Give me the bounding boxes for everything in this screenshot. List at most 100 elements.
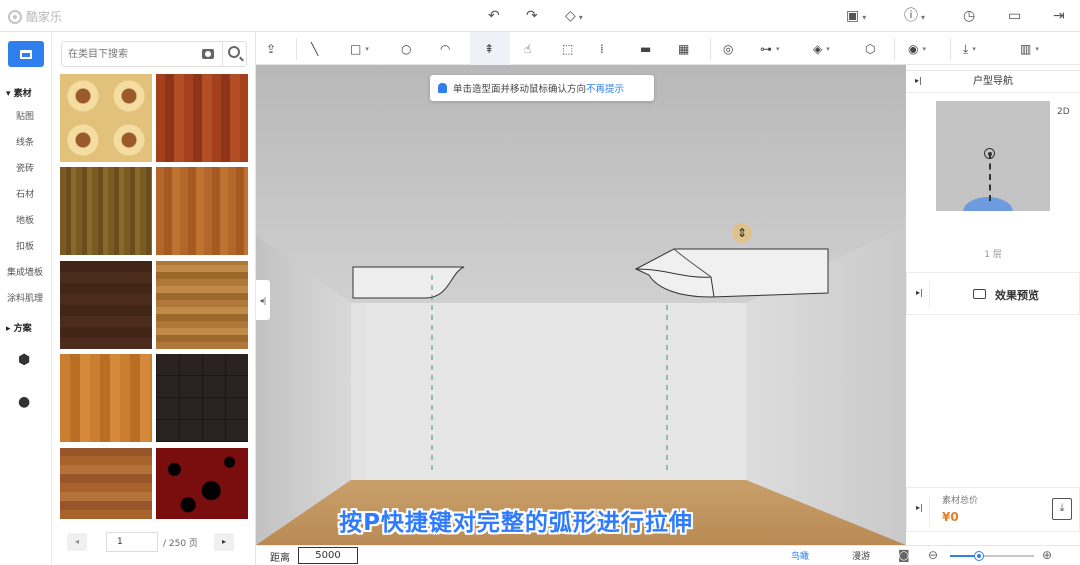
top-bar: 酷家乐 ↶ ↷ ◇ ▾ ▣ ▾ ⓘ ▾ ◷ ▭ ⇥ bbox=[0, 0, 1080, 32]
logo-icon bbox=[8, 9, 22, 24]
download-icon[interactable]: ⤓ ▾ bbox=[963, 40, 976, 58]
help-icon[interactable]: ⓘ ▾ bbox=[904, 7, 925, 27]
zoom-in-icon[interactable]: ⊕ bbox=[1042, 548, 1052, 562]
screenshot-icon[interactable]: ◙ bbox=[898, 548, 910, 562]
tool-bar: ⇪ ╲ □ ▾ ○ ◠ ⇞ ☝ ⬚ ⁞ ▬ ▦ ◎ ⊶ ▾ ◈ ▾ ⬡ ◉ ▾ ⤓ ▾ ▥… bbox=[256, 32, 1080, 65]
zoom-handle[interactable] bbox=[975, 552, 984, 560]
hint-toast: 单击造型面并移动鼠标确认方向 不再提示 bbox=[430, 75, 654, 101]
rectangle-icon[interactable]: □ ▾ bbox=[350, 40, 369, 58]
material-panel: ◂ 1 / 250 页 ▸ bbox=[53, 32, 256, 565]
divider bbox=[929, 281, 930, 309]
push-pull-icon[interactable]: ⇞ bbox=[484, 40, 494, 58]
mode-2d-toggle[interactable]: 2D bbox=[1057, 107, 1070, 117]
divider bbox=[222, 42, 223, 66]
view-cone bbox=[963, 197, 1013, 211]
material-thumbnail[interactable] bbox=[156, 448, 248, 519]
page-total: / 250 页 bbox=[163, 539, 198, 549]
material-thumbnail[interactable] bbox=[156, 167, 248, 255]
grid-icon[interactable]: ▦ bbox=[678, 40, 689, 58]
zoom-slider[interactable] bbox=[950, 552, 1034, 560]
prev-page-button[interactable]: ◂ bbox=[67, 533, 87, 551]
align-icon[interactable]: ⊶ ▾ bbox=[760, 40, 780, 58]
material-thumbnail[interactable] bbox=[156, 261, 248, 349]
camera-icon bbox=[973, 289, 986, 299]
paint-icon[interactable]: ◈ ▾ bbox=[813, 40, 830, 58]
search-input[interactable] bbox=[68, 46, 198, 62]
view-direction-line bbox=[989, 153, 991, 201]
distance-label: 距离 bbox=[270, 553, 290, 564]
birdseye-view-button[interactable]: 鸟瞰 bbox=[791, 549, 809, 562]
array-icon[interactable]: ⁞ bbox=[600, 40, 604, 58]
material-thumbnail[interactable] bbox=[156, 74, 248, 162]
user-icon[interactable]: ● bbox=[18, 394, 30, 410]
rail-item-molding[interactable]: 线条 bbox=[16, 135, 34, 148]
gesture-icon[interactable]: ☝ bbox=[524, 40, 531, 58]
page-input[interactable]: 1 bbox=[106, 532, 158, 552]
panel-icon[interactable]: ▬ bbox=[640, 40, 651, 58]
redo-icon[interactable]: ↷ bbox=[526, 7, 538, 25]
eraser-icon[interactable]: ◇ ▾ bbox=[565, 7, 583, 27]
rail-item-ceiling-panel[interactable]: 扣板 bbox=[16, 239, 34, 252]
3d-viewport[interactable] bbox=[256, 65, 906, 545]
roam-view-button[interactable]: 漫游 bbox=[852, 549, 870, 562]
divider bbox=[296, 38, 297, 60]
expand-icon[interactable]: ▸| bbox=[916, 503, 923, 512]
rail-item-tile[interactable]: 瓷砖 bbox=[16, 161, 34, 174]
divider bbox=[950, 38, 951, 60]
camera-position-icon[interactable] bbox=[984, 148, 995, 159]
material-thumbnail[interactable] bbox=[60, 261, 152, 349]
rail-item-stone[interactable]: 石材 bbox=[16, 187, 34, 200]
material-thumbnail[interactable] bbox=[60, 354, 152, 442]
box-icon bbox=[20, 49, 32, 59]
expand-icon[interactable]: ▸| bbox=[916, 288, 923, 297]
video-caption: 按P快捷键对完整的弧形进行拉伸 bbox=[339, 510, 693, 536]
floor-label[interactable]: 1 层 bbox=[906, 247, 1080, 260]
save-icon[interactable]: ▣ ▾ bbox=[846, 7, 866, 27]
expand-icon[interactable]: ▸| bbox=[915, 76, 922, 85]
search-icon[interactable] bbox=[228, 46, 240, 58]
rail-item-paint-texture[interactable]: 涂料肌理 bbox=[7, 291, 43, 304]
divider bbox=[710, 38, 711, 60]
cube-icon[interactable]: ⬡ bbox=[865, 40, 875, 58]
circle-icon[interactable]: ○ bbox=[401, 40, 411, 58]
preview-panel[interactable]: ▸| 效果预览 bbox=[906, 272, 1080, 315]
arc-icon[interactable]: ◠ bbox=[440, 40, 450, 58]
dont-show-again-link[interactable]: 不再提示 bbox=[586, 81, 624, 95]
exit-icon[interactable]: ⇥ bbox=[1053, 7, 1065, 25]
price-value: ¥0 bbox=[942, 510, 959, 524]
undo-icon[interactable]: ↶ bbox=[488, 7, 500, 25]
rail-item-texture[interactable]: 贴图 bbox=[16, 109, 34, 122]
collapse-panel-button[interactable]: ◂| bbox=[256, 280, 270, 320]
rail-group-scheme[interactable]: ▸ 方案 bbox=[6, 321, 32, 334]
bottom-bar: 距离 5000 鸟瞰 漫游 ◙ ⊖ ⊕ bbox=[256, 545, 1080, 565]
material-thumbnail[interactable] bbox=[156, 354, 248, 442]
material-thumbnail[interactable] bbox=[60, 448, 152, 519]
pagination: ◂ 1 / 250 页 ▸ bbox=[53, 529, 256, 559]
floor-nav-title: 户型导航 bbox=[906, 71, 1080, 93]
line-icon[interactable]: ╲ bbox=[311, 40, 318, 58]
distance-input[interactable]: 5000 bbox=[298, 547, 358, 564]
material-thumbnail[interactable] bbox=[60, 74, 152, 162]
history-icon[interactable]: ◷ bbox=[963, 7, 975, 25]
zoom-out-icon[interactable]: ⊖ bbox=[928, 548, 938, 562]
app-name: 酷家乐 bbox=[26, 10, 63, 24]
next-page-button[interactable]: ▸ bbox=[214, 533, 234, 551]
map-icon[interactable]: ▥ ▾ bbox=[1020, 40, 1039, 58]
camera-icon[interactable] bbox=[202, 49, 214, 59]
hint-text: 单击造型面并移动鼠标确认方向 bbox=[453, 84, 587, 95]
eye-icon[interactable]: ◉ ▾ bbox=[908, 40, 926, 58]
rail-item-floor[interactable]: 地板 bbox=[16, 213, 34, 226]
back-wall-panel bbox=[366, 303, 746, 480]
upload-icon[interactable]: ⇪ bbox=[266, 40, 276, 58]
file-icon[interactable]: ▭ bbox=[1008, 7, 1021, 25]
hexagon-icon[interactable]: ⬢ bbox=[18, 352, 30, 368]
floor-minimap[interactable] bbox=[936, 101, 1050, 211]
floor-nav-panel: 户型导航 ▸| 2D 1 层 bbox=[906, 70, 1080, 266]
rail-group-material[interactable]: ▾ 素材 bbox=[6, 86, 32, 99]
frame-icon[interactable]: ⬚ bbox=[562, 40, 573, 58]
target-icon[interactable]: ◎ bbox=[723, 40, 733, 58]
download-list-icon[interactable]: ⤓ bbox=[1052, 498, 1072, 520]
rail-item-wall-panel[interactable]: 集成墙板 bbox=[7, 265, 43, 278]
material-thumbnail[interactable] bbox=[60, 167, 152, 255]
material-library-button[interactable] bbox=[8, 41, 44, 67]
